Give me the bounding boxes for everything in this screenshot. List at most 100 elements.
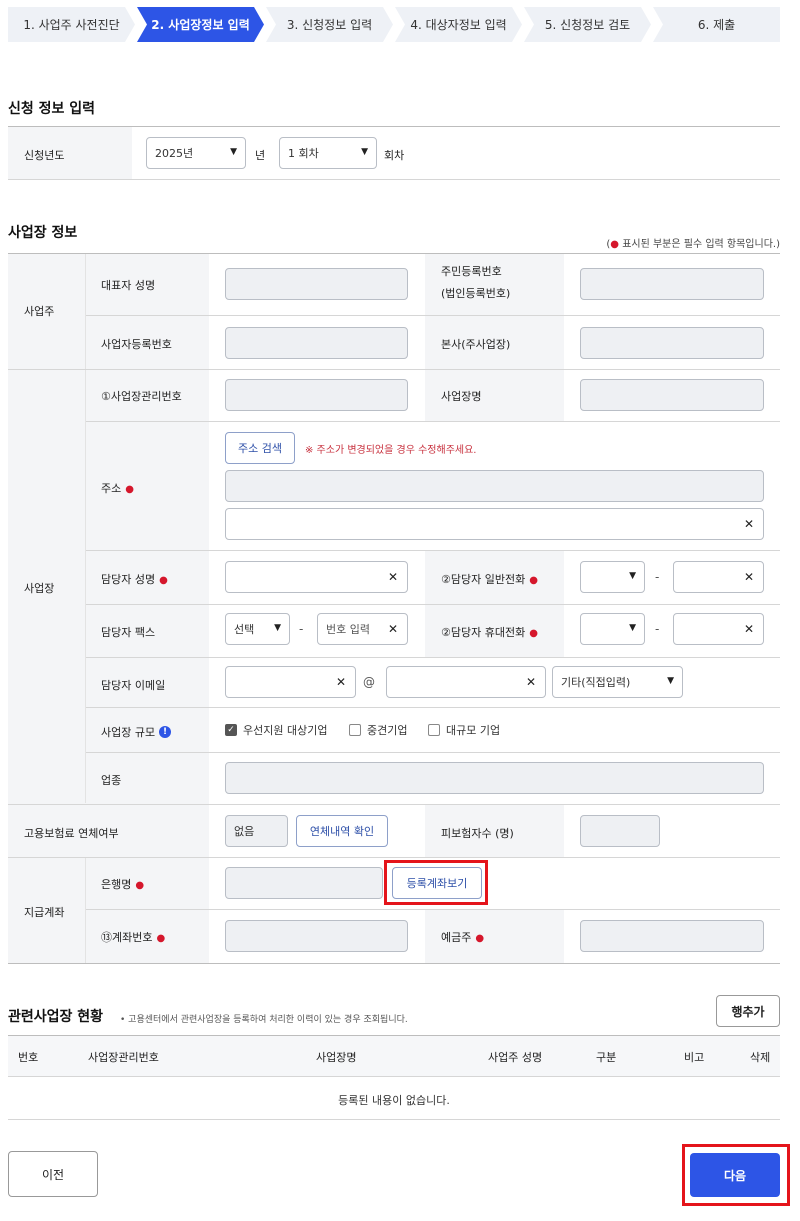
site-mgmt-no-field[interactable] (225, 379, 408, 411)
hq-label: 본사(주사업장) (441, 338, 511, 351)
depositor-text: 예금주 (441, 931, 472, 944)
address-field[interactable] (225, 470, 764, 502)
scale-option-priority[interactable]: ✓ 우선지원 대상기업 (225, 722, 327, 738)
manager-phone-text: ②담당자 일반전화 (441, 573, 526, 586)
info-icon[interactable]: ! (159, 726, 172, 738)
step-6: 6. 제출 (653, 7, 780, 42)
required-dot-icon: ● (610, 239, 619, 250)
site-name-label: 사업장명 (441, 390, 482, 403)
divider (86, 315, 780, 316)
site-mgmt-no-label: ①사업장관리번호 (101, 390, 182, 403)
required-star-icon: ● (529, 628, 538, 639)
address-label-text: 주소 (101, 482, 122, 495)
col-number: 번호 (18, 1051, 39, 1064)
required-star-icon: ● (135, 880, 145, 891)
manager-name-text: 담당자 성명 (101, 573, 156, 586)
email-id-field[interactable]: ✕ (225, 666, 356, 698)
mobile-area-select[interactable]: ▼ (580, 613, 645, 645)
resident-no-text: 주민등록번호 (441, 265, 502, 278)
address-detail-field[interactable]: ✕ (225, 508, 764, 540)
dash: - (655, 570, 660, 584)
account-no-field[interactable] (225, 920, 408, 952)
chevron-down-icon: ▼ (230, 147, 237, 157)
prev-button[interactable]: 이전 (8, 1151, 98, 1197)
round-select[interactable]: 1 회차 ▼ (279, 137, 377, 169)
account-no-label: ⑬계좌번호 ● (101, 929, 165, 945)
fax-area-select[interactable]: 선택 ▼ (225, 613, 290, 645)
required-note-close: ) (776, 239, 780, 250)
clear-icon[interactable]: ✕ (526, 675, 536, 689)
depositor-field[interactable] (580, 920, 764, 952)
depositor-label: 예금주 ● (441, 929, 484, 945)
chevron-down-icon: ▼ (667, 676, 674, 686)
bank-name-label: 은행명 ● (101, 876, 144, 892)
chevron-down-icon: ▼ (629, 623, 636, 633)
year-select[interactable]: 2025년 ▼ (146, 137, 246, 169)
clear-icon[interactable]: ✕ (336, 675, 346, 689)
biz-reg-no-field[interactable] (225, 327, 408, 359)
email-at: @ (363, 675, 375, 689)
scale-option-text: 중견기업 (367, 724, 408, 737)
address-search-button[interactable]: 주소 검색 (225, 432, 295, 464)
insured-count-field[interactable] (580, 815, 660, 847)
email-domain-value: 기타(직접입력) (561, 676, 631, 689)
phone-area-select[interactable]: ▼ (580, 561, 645, 593)
scale-option-large[interactable]: 대규모 기업 (428, 722, 500, 738)
mobile-number-field[interactable]: ✕ (673, 613, 764, 645)
insured-count-label: 피보험자수 (명) (441, 827, 514, 840)
arrears-value: 없음 (234, 825, 255, 838)
required-star-icon: ● (125, 484, 134, 495)
industry-label: 업종 (101, 774, 122, 787)
required-star-icon: ● (475, 933, 485, 944)
required-star-icon: ● (529, 575, 538, 586)
clear-icon[interactable]: ✕ (744, 622, 754, 636)
bank-name-text: 은행명 (101, 878, 132, 891)
clear-icon[interactable]: ✕ (744, 570, 754, 584)
clear-icon[interactable]: ✕ (744, 517, 754, 531)
email-domain-field[interactable]: ✕ (386, 666, 546, 698)
chevron-down-icon: ▼ (629, 571, 636, 581)
add-row-button[interactable]: 행추가 (716, 995, 780, 1027)
related-section-title: 관련사업장 현황 (8, 1009, 104, 1025)
manager-fax-label: 담당자 팩스 (101, 626, 156, 639)
required-note-text: 표시된 부분은 필수 입력 항목입니다. (622, 239, 777, 250)
divider (86, 657, 780, 658)
biz-section-title: 사업장 정보 (8, 225, 78, 241)
divider (8, 369, 780, 370)
required-star-icon: ● (159, 575, 168, 586)
bank-name-field[interactable] (225, 867, 383, 899)
rep-name-field[interactable] (225, 268, 408, 300)
arrears-check-button[interactable]: 연체내역 확인 (296, 815, 388, 847)
table-empty-message: 등록된 내용이 없습니다. (338, 1094, 450, 1107)
clear-icon[interactable]: ✕ (388, 570, 398, 584)
divider (86, 604, 780, 605)
clear-icon[interactable]: ✕ (388, 622, 398, 636)
step-4: 4. 대상자정보 입력 (395, 7, 522, 42)
divider (86, 752, 780, 753)
divider (8, 857, 780, 858)
hq-field[interactable] (580, 327, 764, 359)
progress-stepper: 1. 사업주 사전진단 2. 사업장정보 입력 3. 신청정보 입력 4. 대상… (8, 7, 780, 42)
fax-number-field[interactable]: 번호 입력 ✕ (317, 613, 408, 645)
site-name-field[interactable] (580, 379, 764, 411)
required-note: (● 표시된 부분은 필수 입력 항목입니다.) (606, 235, 780, 250)
scale-option-midsize[interactable]: 중견기업 (349, 722, 407, 738)
col-site-name: 사업장명 (316, 1051, 357, 1064)
scale-option-text: 우선지원 대상기업 (243, 724, 328, 737)
checkbox-icon (349, 724, 361, 736)
email-domain-select[interactable]: 기타(직접입력) ▼ (552, 666, 683, 698)
checkbox-icon (428, 724, 440, 736)
divider (86, 909, 780, 910)
resident-no-field[interactable] (580, 268, 764, 300)
address-label: 주소 ● (101, 480, 134, 496)
chevron-down-icon: ▼ (274, 623, 281, 633)
apply-section-title: 신청 정보 입력 (8, 101, 96, 117)
phone-number-field[interactable]: ✕ (673, 561, 764, 593)
col-remark: 비고 (684, 1051, 705, 1064)
account-no-text: ⑬계좌번호 (101, 931, 153, 944)
divider (8, 1119, 780, 1120)
industry-field[interactable] (225, 762, 764, 794)
highlight-frame (682, 1144, 790, 1206)
manager-name-field[interactable]: ✕ (225, 561, 408, 593)
chevron-down-icon: ▼ (361, 147, 368, 157)
